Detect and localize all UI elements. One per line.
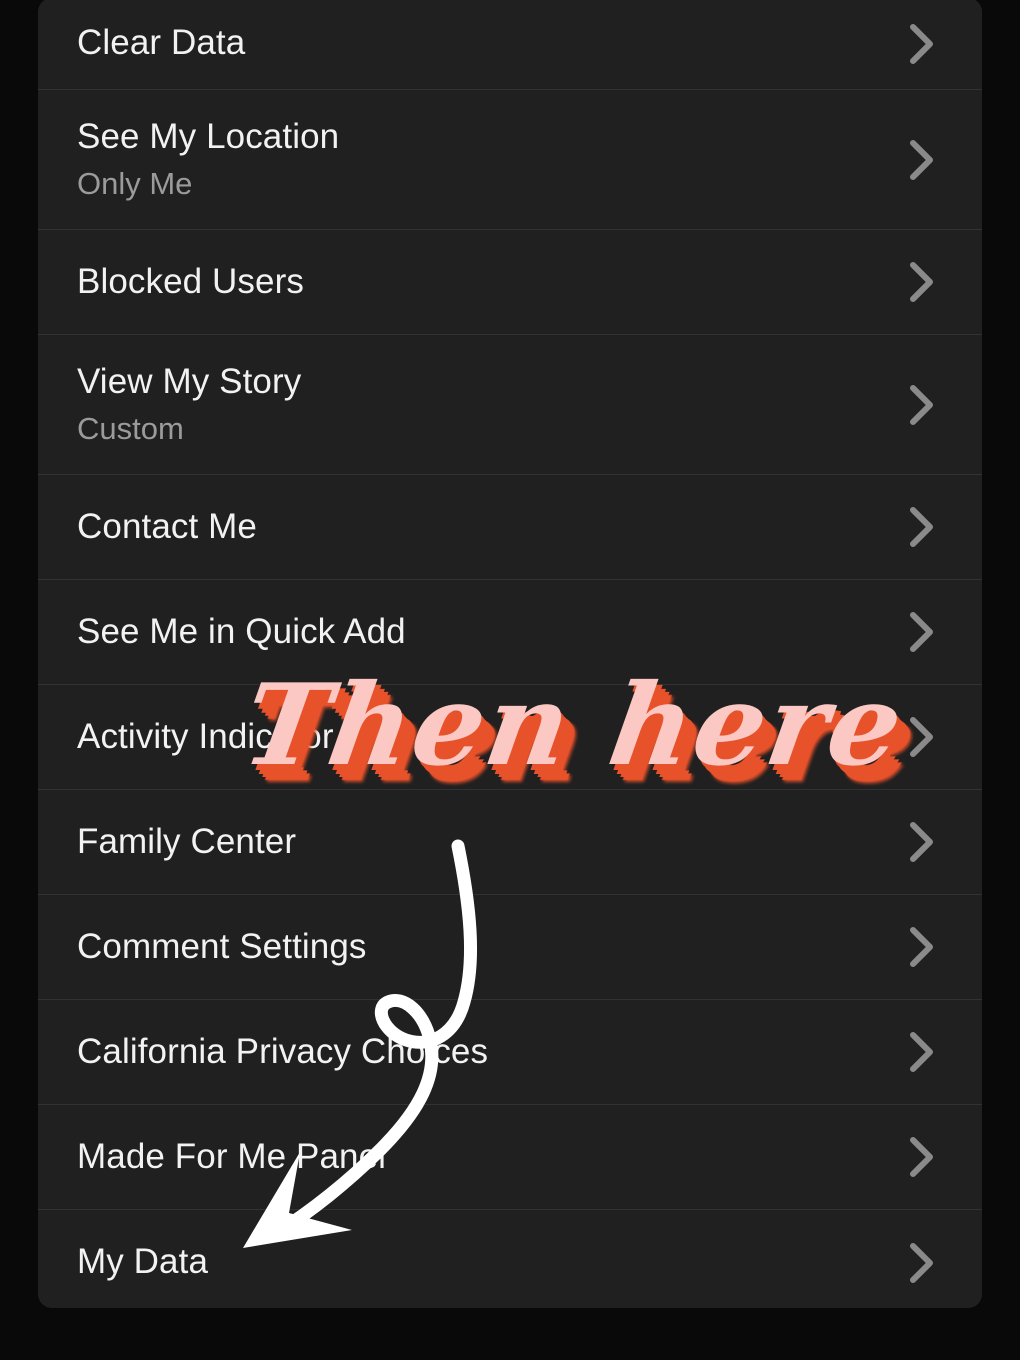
settings-row-contact-me[interactable]: Contact Me	[38, 475, 982, 580]
privacy-settings-list: Clear Data See My Location Only Me Block…	[38, 0, 982, 1308]
chevron-right-icon[interactable]	[910, 23, 934, 65]
row-label: View My Story	[77, 361, 302, 401]
settings-row-family-center[interactable]: Family Center	[38, 790, 982, 895]
row-value: Custom	[77, 410, 184, 446]
settings-row-see-me-in-quick-add[interactable]: See Me in Quick Add	[38, 580, 982, 685]
chevron-right-icon[interactable]	[910, 611, 934, 653]
chevron-right-icon[interactable]	[910, 821, 934, 863]
row-label: Made For Me Panel	[77, 1136, 387, 1176]
settings-row-clear-data[interactable]: Clear Data	[38, 0, 982, 90]
row-label: See Me in Quick Add	[77, 611, 406, 651]
chevron-right-icon[interactable]	[910, 139, 934, 181]
row-label: Activity Indicator	[77, 716, 334, 756]
chevron-right-icon[interactable]	[910, 1242, 934, 1284]
row-label: Contact Me	[77, 506, 257, 546]
settings-row-made-for-me-panel[interactable]: Made For Me Panel	[38, 1105, 982, 1210]
row-label: Comment Settings	[77, 926, 367, 966]
settings-row-my-data[interactable]: My Data	[38, 1210, 982, 1308]
row-label: My Data	[77, 1242, 209, 1282]
chevron-right-icon[interactable]	[910, 1031, 934, 1073]
chevron-right-icon[interactable]	[910, 716, 934, 758]
settings-row-california-privacy-choices[interactable]: California Privacy Choices	[38, 1000, 982, 1105]
row-label: Clear Data	[77, 23, 246, 63]
chevron-right-icon[interactable]	[910, 926, 934, 968]
row-label: See My Location	[77, 116, 340, 156]
phone-screen: Clear Data See My Location Only Me Block…	[0, 0, 1020, 1360]
settings-row-see-my-location[interactable]: See My Location Only Me	[38, 90, 982, 230]
settings-row-activity-indicator[interactable]: Activity Indicator	[38, 685, 982, 790]
chevron-right-icon[interactable]	[910, 261, 934, 303]
settings-row-comment-settings[interactable]: Comment Settings	[38, 895, 982, 1000]
row-label: California Privacy Choices	[77, 1031, 489, 1071]
chevron-right-icon[interactable]	[910, 506, 934, 548]
row-value: Only Me	[77, 165, 193, 201]
settings-row-blocked-users[interactable]: Blocked Users	[38, 230, 982, 335]
chevron-right-icon[interactable]	[910, 384, 934, 426]
chevron-right-icon[interactable]	[910, 1136, 934, 1178]
row-label: Blocked Users	[77, 261, 304, 301]
row-label: Family Center	[77, 821, 297, 861]
settings-row-view-my-story[interactable]: View My Story Custom	[38, 335, 982, 475]
